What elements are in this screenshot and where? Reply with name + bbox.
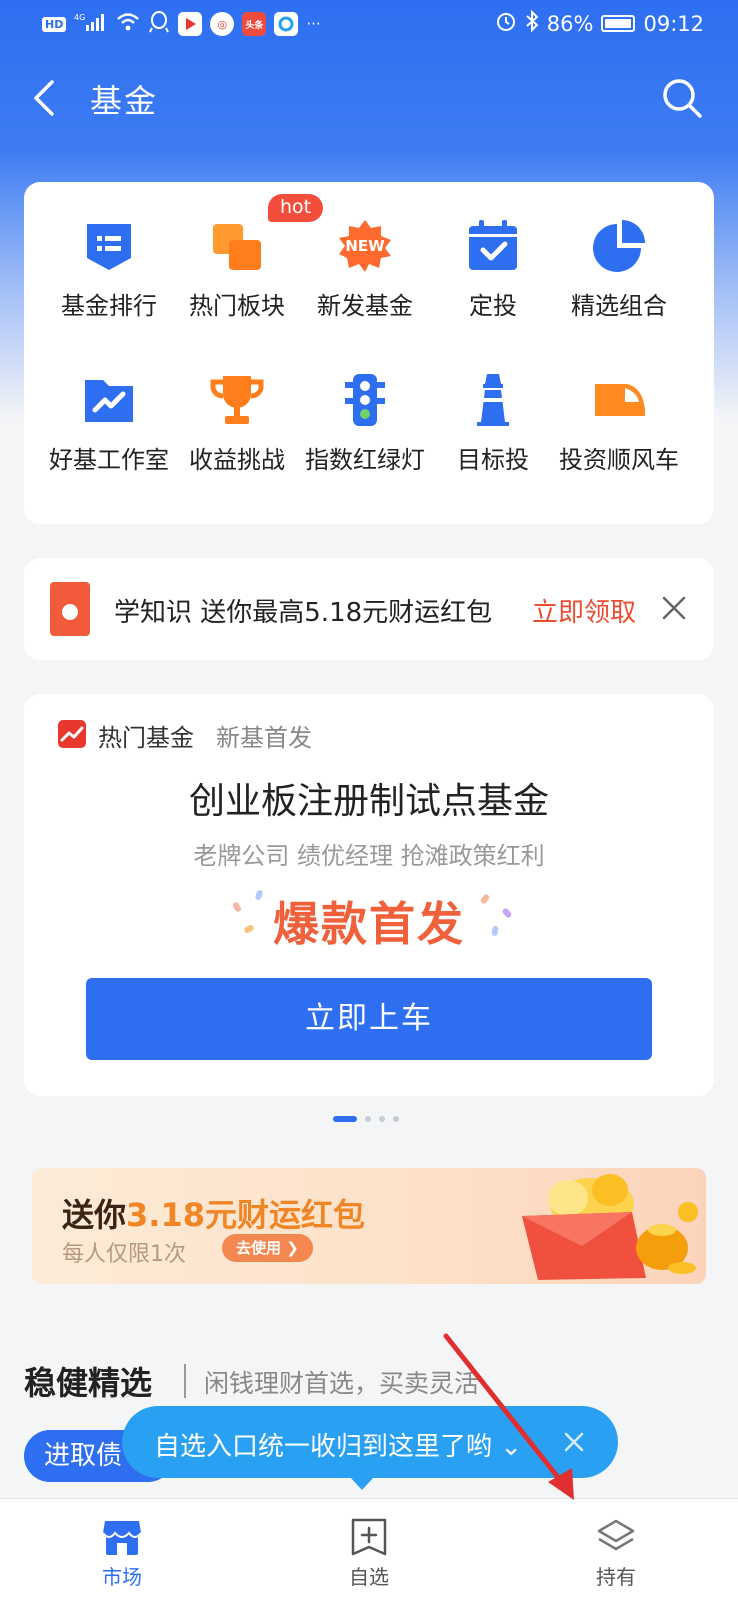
calendar-check-icon	[469, 220, 517, 270]
svg-text:4G: 4G	[74, 13, 85, 22]
grid-item-label: 基金排行	[61, 292, 157, 320]
grid-item-new-funds[interactable]: NEW 新发基金	[296, 218, 434, 321]
wifi-icon	[116, 12, 140, 36]
title-bar: 基金	[0, 62, 738, 134]
grid-item-fund-studio[interactable]: 好基工作室	[40, 372, 178, 475]
grid-item-auto-invest[interactable]: 定投	[424, 218, 562, 321]
carousel-dot	[379, 1116, 385, 1122]
lighthouse-icon	[477, 374, 509, 426]
grid-item-label: 精选组合	[571, 292, 667, 320]
grid-item-index-traffic-light[interactable]: 指数红绿灯	[296, 372, 434, 475]
feature-subtitle: 老牌公司 绩优经理 抢滩政策红利	[193, 842, 545, 870]
feature-tag-sub: 新基首发	[216, 724, 312, 752]
nav-label: 持有	[596, 1565, 636, 1589]
featured-fund-card[interactable]: 热门基金 新基首发 创业板注册制试点基金 老牌公司 绩优经理 抢滩政策红利 爆款…	[24, 694, 714, 1096]
browser-app-icon	[274, 12, 299, 36]
grid-item-label: 新发基金	[317, 292, 413, 320]
use-now-button[interactable]: 去使用 ❯	[222, 1234, 313, 1262]
grid-item-label: 指数红绿灯	[305, 446, 425, 474]
feature-title: 创业板注册制试点基金	[188, 781, 549, 822]
grid-item-portfolio[interactable]: 精选组合	[550, 218, 688, 321]
pie-chart-icon	[593, 220, 645, 272]
carousel-dot-active	[333, 1116, 357, 1122]
grid-item-label: 好基工作室	[49, 446, 169, 474]
storefront-icon	[102, 1521, 142, 1555]
trend-folder-icon	[85, 380, 133, 422]
news-app-icon: ◎	[210, 12, 235, 36]
nav-market[interactable]: 市场	[52, 1499, 192, 1600]
promo-text: 学知识 送你最高5.18元财运红包	[114, 598, 493, 628]
grid-item-label: 热门板块	[189, 292, 285, 320]
close-icon	[662, 596, 686, 620]
banner-subtitle: 每人仅限1次	[62, 1242, 186, 1267]
svg-text:NEW: NEW	[345, 237, 385, 255]
ranking-icon	[87, 224, 131, 270]
battery-percent: 86%	[546, 11, 594, 36]
tooltip-close-button[interactable]	[560, 1428, 588, 1456]
traffic-light-icon	[345, 374, 385, 426]
new-badge-icon: NEW	[339, 220, 391, 272]
promo-close-button[interactable]	[656, 590, 692, 626]
video-app-icon	[178, 12, 203, 36]
feature-tag: 热门基金	[98, 724, 194, 752]
grid-item-label: 定投	[469, 292, 517, 320]
nav-label: 市场	[102, 1565, 142, 1589]
grid-item-label: 目标投	[457, 446, 529, 474]
carousel-dot	[365, 1116, 371, 1122]
toutiao-icon: 头条	[242, 12, 267, 36]
clock: 09:12	[643, 11, 704, 36]
get-on-board-button[interactable]: 立即上车	[86, 978, 652, 1060]
red-packet-banner[interactable]: 送你3.18元财运红包 每人仅限1次 去使用 ❯	[32, 1168, 706, 1284]
holdings-icon	[597, 1519, 635, 1551]
section-divider	[184, 1364, 186, 1398]
search-button[interactable]	[660, 76, 704, 120]
status-bar: HD 4G ◎ 头条 ··· 86% 09:12	[0, 0, 738, 50]
section-subtitle: 闲钱理财首选，买卖灵活	[204, 1369, 480, 1398]
signal-icon: 4G	[74, 12, 108, 36]
carousel-indicator	[333, 1116, 399, 1122]
carousel-dot	[393, 1116, 399, 1122]
train-icon	[595, 384, 645, 416]
red-packet-icon	[50, 582, 90, 636]
nav-watchlist[interactable]: 自选	[299, 1499, 439, 1600]
tooltip-text: 自选入口统一收归到这里了哟 ⌄	[154, 1432, 523, 1462]
bottom-navigation: 市场 自选 持有	[0, 1498, 738, 1600]
search-icon	[663, 79, 702, 118]
hot-sector-icon	[213, 224, 261, 270]
grid-item-hot-sector[interactable]: 热门板块	[168, 218, 306, 321]
gold-red-packet-illustration	[522, 1174, 698, 1280]
promo-bar[interactable]: 学知识 送你最高5.18元财运红包 立即领取	[24, 558, 714, 660]
grid-item-label: 收益挑战	[189, 446, 285, 474]
trophy-icon	[210, 376, 264, 424]
banner-title: 送你3.18元财运红包	[62, 1196, 365, 1234]
chevron-left-icon	[34, 80, 54, 116]
alarm-icon	[495, 10, 517, 37]
feature-grid: 基金排行 热门板块 NEW 新发基金 定投 精选组合 好基工作室 收益挑战 指数…	[24, 182, 714, 524]
nav-holdings[interactable]: 持有	[546, 1499, 686, 1600]
back-button[interactable]	[26, 76, 70, 120]
hot-fund-icon	[58, 720, 86, 748]
feature-highlight: 爆款首发	[273, 897, 465, 951]
bluetooth-icon	[525, 9, 539, 37]
page-title: 基金	[90, 82, 159, 120]
qq-icon	[148, 10, 170, 38]
hd-indicator: HD	[42, 16, 67, 32]
add-watchlist-icon	[351, 1518, 387, 1556]
battery-icon	[601, 15, 636, 32]
section-title: 稳健精选	[24, 1364, 153, 1402]
hot-badge: hot	[268, 194, 324, 222]
grid-item-label: 投资顺风车	[559, 446, 679, 474]
grid-item-fund-ranking[interactable]: 基金排行	[40, 218, 178, 321]
watchlist-tooltip: 自选入口统一收归到这里了哟 ⌄	[122, 1406, 618, 1490]
banner-amount: 3.18元财运红包	[126, 1196, 365, 1234]
claim-now-link[interactable]: 立即领取	[532, 592, 636, 629]
close-icon	[564, 1432, 584, 1452]
grid-item-investment-ride[interactable]: 投资顺风车	[550, 372, 688, 475]
grid-item-profit-challenge[interactable]: 收益挑战	[168, 372, 306, 475]
more-notifications-icon: ···	[306, 15, 321, 33]
grid-item-target-invest[interactable]: 目标投	[424, 372, 562, 475]
nav-label: 自选	[349, 1565, 389, 1589]
